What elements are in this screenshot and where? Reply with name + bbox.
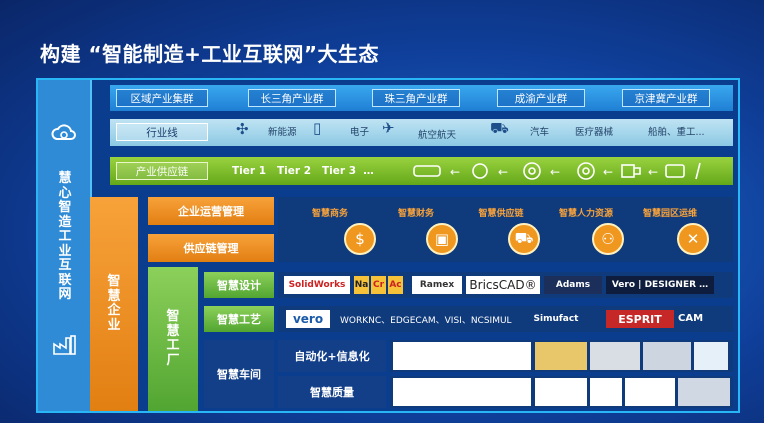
- adams-logo: Adams: [544, 276, 602, 294]
- smart-quality-label: 智慧质量: [278, 376, 386, 408]
- esprit-logo: ESPRIT: [606, 310, 674, 328]
- supply-chain-management: 供应链管理: [148, 234, 274, 262]
- bricscad-logo: BricsCAD®: [466, 276, 540, 294]
- module-label: 智慧园区运维: [642, 209, 697, 219]
- smart-factory-block: 智慧工厂: [148, 267, 198, 411]
- simufact-logo: Simufact: [518, 310, 594, 328]
- industry-item: 医疗器械: [575, 127, 614, 138]
- cluster-item: 成渝产业群: [497, 89, 585, 107]
- vero-designer-logo: Vero | DESIGNER …: [606, 276, 714, 294]
- cam-text: CAM: [678, 313, 704, 324]
- scanner-image: [678, 378, 730, 406]
- solidworks-logo: SolidWorks: [284, 276, 350, 294]
- vero-logo: vero: [286, 310, 330, 328]
- finance-icon: ▣: [426, 223, 458, 255]
- smart-workshop-label: 智慧车间: [204, 340, 274, 408]
- page-title: 构建 “智能制造+工业互联网”大生态: [40, 42, 380, 66]
- left-column-label: 慧心智造工业互联网: [58, 171, 72, 302]
- workshop-floor-image: [590, 342, 640, 370]
- cluster-item: 长三角产业群: [248, 89, 336, 107]
- factory-icon: [52, 334, 78, 356]
- smart-enterprise-label: 智慧企业: [107, 274, 121, 333]
- module-label: 智慧财务: [397, 209, 434, 219]
- svg-text:←: ←: [498, 165, 508, 179]
- module-label: 智慧人力资源: [558, 209, 613, 219]
- car-icon: ⛟: [490, 119, 509, 137]
- cluster-item: 京津冀产业群: [622, 89, 710, 107]
- ac-logo: Ac: [388, 276, 403, 294]
- module-label: 智慧供应链: [478, 209, 524, 219]
- smart-factory-label: 智慧工厂: [166, 309, 180, 368]
- supply-chain-flow-icons: ← ← ← ← ←: [410, 160, 710, 182]
- supply-chain-label: 产业供应链: [116, 162, 208, 180]
- svg-text:←: ←: [603, 165, 613, 179]
- process-software-list: WORKNC、EDGECAM、VISI、NCSIMUL: [340, 316, 512, 326]
- industry-item: 船舶、重工...: [648, 127, 705, 138]
- wind-turbine-icon: ✣: [236, 120, 249, 138]
- phone-icon: ▯: [313, 119, 322, 137]
- cr-logo: Cr: [371, 276, 386, 294]
- smart-enterprise-block: 智慧企业: [90, 197, 138, 411]
- cloud-gear-icon: [50, 120, 78, 148]
- smart-design-label: 智慧设计: [204, 272, 274, 298]
- svg-text:←: ←: [648, 165, 658, 179]
- na-logo: Na: [354, 276, 369, 294]
- cluster-item: 珠三角产业群: [372, 89, 460, 107]
- industry-label: 行业线: [116, 123, 208, 141]
- park-tools-icon: ✕: [677, 223, 709, 255]
- inspection-image: [590, 378, 622, 406]
- people-network-icon: ⚇: [592, 223, 624, 255]
- svg-text:←: ←: [450, 165, 460, 179]
- smart-process-label: 智慧工艺: [204, 306, 274, 332]
- truck-icon: ⛟: [508, 223, 540, 255]
- left-column: 慧心智造工业互联网: [38, 80, 92, 411]
- industry-item: 航空航天: [418, 130, 457, 141]
- svg-text:←: ←: [550, 165, 560, 179]
- tiers-text: Tier 1 Tier 2 Tier 3 …: [232, 165, 374, 177]
- agv-robot-image: [643, 342, 691, 370]
- measuring-arm-image: [535, 378, 587, 406]
- industry-item: 电子: [350, 127, 370, 138]
- kiosk-image: [694, 342, 728, 370]
- automation-info-label: 自动化+信息化: [278, 340, 386, 372]
- business-icon: $: [344, 223, 376, 255]
- robot-arm-image: [535, 342, 587, 370]
- airplane-icon: ✈: [382, 119, 395, 137]
- industry-item: 汽车: [530, 127, 550, 138]
- measuring-equipment-image: [393, 378, 531, 406]
- module-label: 智慧商务: [311, 209, 348, 219]
- operations-management: 企业运营管理: [148, 197, 274, 225]
- workshop-equipment-image: [393, 342, 531, 370]
- cluster-label: 区域产业集群: [116, 89, 208, 107]
- industry-item: 新能源: [268, 127, 297, 138]
- cmm-image: [625, 378, 675, 406]
- ramex-logo: Ramex: [412, 276, 462, 294]
